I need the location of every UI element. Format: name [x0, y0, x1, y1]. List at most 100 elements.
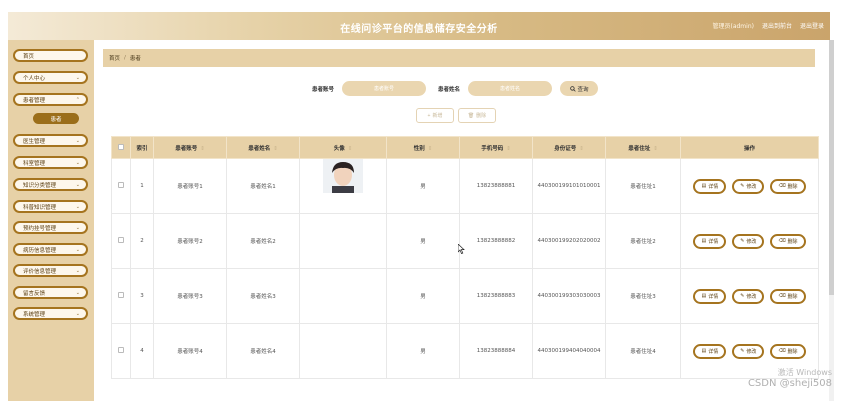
delete-button[interactable]: ⌫ 删除 — [770, 233, 806, 249]
cell-actions: ▤ 详情 ✎ 修改 ⌫ 删除 — [680, 158, 819, 214]
cell-id-card: 440300199404040004 — [532, 323, 606, 379]
sidebar-item-departments[interactable]: 科室管理 ⌄ — [13, 156, 88, 169]
cell-address: 患者住址3 — [605, 268, 681, 324]
sidebar-item-home[interactable]: 首页 — [13, 49, 88, 62]
chevron-down-icon: ⌄ — [75, 246, 80, 253]
sidebar-item-patients[interactable]: 患者管理 ⌃ — [13, 93, 88, 106]
sidebar-item-label: 个人中心 — [23, 75, 46, 82]
name-label: 患者姓名 — [438, 86, 461, 93]
sidebar-subitem-patient[interactable]: 患者 — [33, 113, 79, 124]
sidebar-item-label: 系统管理 — [23, 311, 46, 318]
edit-button[interactable]: ✎ 修改 — [732, 288, 765, 304]
cell-index: 4 — [130, 323, 154, 379]
delete-button[interactable]: ⌫ 删除 — [770, 178, 806, 194]
table-header-row: 索引 患者账号 ⇕ 患者姓名 ⇕ 头像 ⇕ 性别 ⇕ 手机号码 ⇕ 身份证号 ⇕ 患者住址 ⇕… — [111, 136, 819, 159]
pencil-icon: ✎ — [740, 348, 745, 354]
sort-icon: ⇕ — [579, 145, 584, 152]
column-header-name[interactable]: 患者姓名 ⇕ — [226, 136, 300, 159]
table-row[interactable]: 4 患者账号4 患者姓名4 男 13823888884 44030019940404000… — [111, 323, 819, 379]
batch-delete-label: 删除 — [476, 113, 487, 119]
search-form: 患者账号 患者姓名 查询 — [312, 81, 599, 96]
table-body: 1 患者账号1 患者姓名1 男 13823888881 44030019910101000… — [111, 158, 819, 379]
user-link[interactable]: 管理员(admin) — [712, 21, 753, 30]
row-checkbox-cell — [111, 268, 131, 324]
name-search-input[interactable] — [468, 81, 553, 96]
table-row[interactable]: 1 患者账号1 患者姓名1 男 13823888881 44030019910101000… — [111, 158, 819, 214]
cell-name: 患者姓名4 — [226, 323, 300, 379]
cell-avatar — [299, 158, 387, 214]
cell-avatar — [299, 268, 387, 324]
cell-name: 患者姓名2 — [226, 213, 300, 269]
cell-address: 患者住址1 — [605, 158, 681, 214]
search-button[interactable]: 查询 — [560, 81, 599, 96]
table-row[interactable]: 3 患者账号3 患者姓名3 男 13823888883 44030019930303000… — [111, 268, 819, 324]
sidebar: 首页 个人中心 ⌄ 患者管理 ⌃ 患者 医生管理 ⌄ 科室管理 ⌄ 知识分类管理 ⌄ 科普… — [8, 40, 94, 401]
front-link[interactable]: 退出到前台 — [762, 21, 792, 30]
cell-account: 患者账号2 — [153, 213, 227, 269]
edit-button[interactable]: ✎ 修改 — [732, 233, 765, 249]
cell-account: 患者账号3 — [153, 268, 227, 324]
patients-table: 索引 患者账号 ⇕ 患者姓名 ⇕ 头像 ⇕ 性别 ⇕ 手机号码 ⇕ 身份证号 ⇕ 患者住址 ⇕… — [111, 136, 819, 379]
sidebar-item-label: 知识分类管理 — [23, 182, 57, 189]
sort-icon: ⇕ — [427, 145, 433, 152]
chevron-down-icon: ⌄ — [75, 74, 80, 81]
edit-button[interactable]: ✎ 修改 — [732, 343, 765, 359]
document-icon: ▤ — [701, 238, 707, 244]
column-header-avatar[interactable]: 头像 ⇕ — [299, 136, 387, 159]
table-row[interactable]: 2 患者账号2 患者姓名2 男 13823888882 44030019920202000… — [111, 213, 819, 269]
cell-actions: ▤ 详情 ✎ 修改 ⌫ 删除 — [680, 213, 819, 269]
detail-button[interactable]: ▤ 详情 — [693, 178, 727, 194]
logout-link[interactable]: 退出登录 — [800, 21, 824, 30]
vertical-scrollbar[interactable] — [829, 40, 834, 401]
trash-icon: 🗑 — [467, 112, 475, 119]
column-header-id-card[interactable]: 身份证号 ⇕ — [532, 136, 606, 159]
document-icon: ▤ — [701, 183, 707, 189]
add-button[interactable]: + 新增 — [416, 108, 454, 123]
sidebar-item-doctors[interactable]: 医生管理 ⌄ — [13, 134, 88, 147]
cell-avatar — [299, 323, 387, 379]
search-button-label: 查询 — [577, 86, 589, 93]
sidebar-item-personal[interactable]: 个人中心 ⌄ — [13, 71, 88, 84]
detail-button[interactable]: ▤ 详情 — [693, 233, 727, 249]
row-checkbox[interactable] — [118, 292, 124, 298]
sidebar-item-appointments[interactable]: 预约挂号管理 ⌄ — [13, 221, 88, 234]
batch-delete-button[interactable]: 🗑 删除 — [458, 108, 496, 123]
sidebar-item-label: 科室管理 — [23, 160, 46, 167]
row-checkbox[interactable] — [118, 237, 124, 243]
sidebar-item-label: 首页 — [23, 53, 35, 60]
chevron-down-icon: ⌄ — [75, 310, 80, 317]
cell-phone: 13823888884 — [459, 323, 533, 379]
chevron-down-icon: ⌄ — [75, 181, 80, 188]
sidebar-item-science-knowledge[interactable]: 科普知识管理 ⌄ — [13, 200, 88, 213]
detail-button[interactable]: ▤ 详情 — [693, 343, 727, 359]
detail-button[interactable]: ▤ 详情 — [693, 288, 727, 304]
cell-gender: 男 — [386, 158, 460, 214]
action-bar: + 新增 🗑 删除 — [416, 108, 496, 123]
scrollbar-thumb[interactable] — [829, 40, 834, 295]
account-search-input[interactable] — [342, 81, 427, 96]
breadcrumb-home[interactable]: 首页 — [109, 54, 120, 62]
sidebar-item-feedback[interactable]: 留言反馈 ⌄ — [13, 286, 88, 299]
sidebar-item-reviews[interactable]: 评价信息管理 ⌄ — [13, 264, 88, 277]
sidebar-item-label: 留言反馈 — [23, 290, 46, 297]
edit-button[interactable]: ✎ 修改 — [732, 178, 765, 194]
sort-icon: ⇕ — [347, 145, 353, 152]
column-header-account[interactable]: 患者账号 ⇕ — [153, 136, 227, 159]
row-checkbox[interactable] — [118, 182, 124, 188]
cell-id-card: 440300199101010001 — [532, 158, 606, 214]
sidebar-item-medical-records[interactable]: 病历信息管理 ⌄ — [13, 243, 88, 256]
column-header-phone[interactable]: 手机号码 ⇕ — [459, 136, 533, 159]
sort-icon: ⇕ — [653, 145, 658, 152]
select-all-checkbox[interactable] — [118, 143, 124, 150]
sidebar-item-knowledge-categories[interactable]: 知识分类管理 ⌄ — [13, 178, 88, 191]
document-icon: ▤ — [701, 348, 707, 354]
column-header-gender[interactable]: 性别 ⇕ — [386, 136, 460, 159]
delete-button[interactable]: ⌫ 删除 — [770, 343, 806, 359]
row-checkbox-cell — [111, 213, 131, 269]
pencil-icon: ✎ — [740, 293, 745, 299]
chevron-down-icon: ⌄ — [75, 203, 80, 210]
row-checkbox[interactable] — [118, 347, 124, 353]
column-header-address[interactable]: 患者住址 ⇕ — [605, 136, 681, 159]
delete-button[interactable]: ⌫ 删除 — [770, 288, 806, 304]
sidebar-item-system[interactable]: 系统管理 ⌄ — [13, 307, 88, 320]
